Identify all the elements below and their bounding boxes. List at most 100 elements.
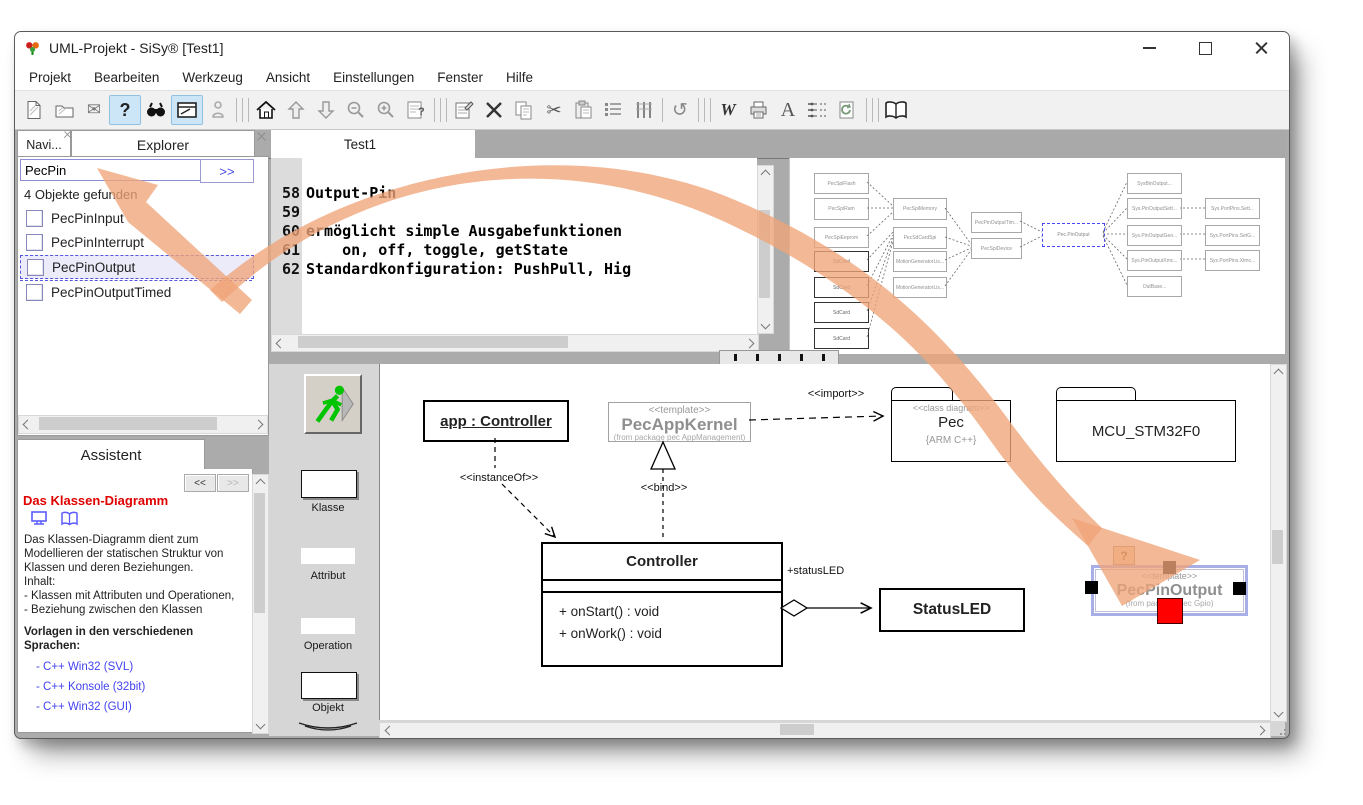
uml-package-mcu[interactable]: MCU_STM32F0 [1056,400,1236,462]
user-icon[interactable] [203,96,233,124]
description-editor[interactable]: 58Output-Pin 59 60ermöglicht simple Ausg… [271,158,757,334]
connection-settings-icon[interactable] [803,96,833,124]
mail-icon[interactable]: ✉ [79,96,109,124]
overview-scrollbar[interactable] [719,350,839,365]
tab-assistent[interactable]: Assistent [17,439,205,470]
list-item-pecpininput[interactable]: PecPinInput [20,207,252,229]
paste-icon[interactable] [569,96,599,124]
scroll-up-icon[interactable] [256,479,266,489]
overview-node[interactable]: Sys.PinOutputGen... [1127,225,1182,246]
overview-node[interactable]: SdCard [814,277,869,298]
checkbox[interactable] [26,284,43,301]
palette-more-shape[interactable] [297,720,359,734]
overview-node[interactable]: MotionGeneratorLis... [893,277,947,298]
properties-icon[interactable] [449,96,479,124]
selection-handle-top[interactable] [1163,561,1176,574]
scroll-down-icon[interactable] [1274,708,1284,718]
scroll-thumb[interactable] [1272,530,1283,564]
overview-node[interactable]: PecSpiFlash [814,173,869,194]
selection-handle-right[interactable] [1233,582,1246,595]
uml-object-app-controller[interactable]: app : Controller [423,400,569,442]
scroll-thumb[interactable] [254,493,265,613]
tab-test1[interactable]: Test1 [271,130,449,158]
link-cpp-konsole[interactable]: - C++ Konsole (32bit) [36,681,238,693]
copy-icon[interactable] [509,96,539,124]
editor-hscrollbar[interactable] [271,334,759,352]
uml-class-controller[interactable]: Controller + onStart() : void + onWork()… [541,542,783,667]
link-cpp-win32-svl[interactable]: - C++ Win32 (SVL) [36,661,238,673]
search-input[interactable] [20,159,206,181]
assistent-forward-button[interactable]: >> [217,474,249,492]
menu-item-hilfe[interactable]: Hilfe [506,70,533,85]
tab-explorer[interactable]: Explorer [71,130,255,158]
checkbox[interactable] [26,234,43,251]
palette-operation-shape[interactable] [301,618,355,634]
menu-item-werkzeug[interactable]: Werkzeug [182,70,243,85]
scroll-down-icon[interactable] [761,320,771,330]
refresh-document-icon[interactable] [833,96,863,124]
operation-onwork[interactable]: + onWork() : void [559,623,781,645]
palette-objekt-shape[interactable] [301,672,357,699]
delete-icon[interactable] [479,96,509,124]
scroll-right-icon[interactable] [254,420,264,430]
open-project-icon[interactable] [49,96,79,124]
overview-node[interactable]: PecPinOutputTim... [971,212,1022,233]
overview-node[interactable]: OutBase... [1127,276,1182,297]
menu-item-ansicht[interactable]: Ansicht [266,70,310,85]
overview-node[interactable]: Sys.PinOutputSett... [1127,198,1182,219]
checkbox[interactable] [26,210,43,227]
new-document-icon[interactable] [19,96,49,124]
window-layout-icon[interactable] [171,95,203,125]
overview-node[interactable]: SdCard [814,251,869,272]
menu-item-einstellungen[interactable]: Einstellungen [333,70,414,85]
run-button[interactable] [304,374,362,434]
navigate-down-icon[interactable] [311,96,341,124]
overview-node[interactable]: Sys.PinOutputXmc... [1127,250,1182,271]
list-item-pecpinoutputtimed[interactable]: PecPinOutputTimed [20,280,252,303]
selection-handle-left[interactable] [1085,581,1098,594]
zoom-out-icon[interactable] [341,96,371,124]
resize-grip[interactable] [1277,726,1287,736]
scroll-right-icon[interactable] [1256,726,1266,736]
structure-list-icon[interactable] [599,96,629,124]
overview-node[interactable]: PecSpiDevice [971,238,1022,259]
palette-attribut-shape[interactable] [301,548,355,564]
selection-handle-bottom-red[interactable] [1157,598,1183,624]
scroll-thumb[interactable] [298,336,568,348]
overview-node-selected[interactable]: Pec.PinOutput [1042,223,1105,247]
assistent-vscrollbar[interactable] [252,474,269,734]
menu-item-bearbeiten[interactable]: Bearbeiten [94,70,159,85]
cut-icon[interactable]: ✂ [539,96,569,124]
overview-node[interactable]: PecSpiEeprom [814,227,869,248]
quick-help-button[interactable]: ? [1113,546,1135,565]
home-icon[interactable] [251,96,281,124]
scroll-left-icon[interactable] [23,420,33,430]
menu-item-projekt[interactable]: Projekt [29,70,71,85]
maximize-button[interactable] [1177,32,1233,64]
zoom-in-icon[interactable] [371,96,401,124]
explorer-hscrollbar[interactable] [18,415,268,434]
list-item-pecpininterrupt[interactable]: PecPinInterrupt [20,231,252,253]
manual-book-icon[interactable] [60,511,79,526]
diagram-hscrollbar[interactable] [379,722,1271,739]
navigate-up-icon[interactable] [281,96,311,124]
attribute-table-icon[interactable] [629,96,659,124]
uml-package-pec[interactable]: <<class diagram>> Pec {ARM C++} [891,400,1011,462]
overview-node[interactable]: SdCard [814,302,869,323]
overview-node[interactable]: Sys.PortPins.Sett... [1205,198,1260,219]
report-question-icon[interactable]: ? [401,96,431,124]
operation-onstart[interactable]: + onStart() : void [559,601,781,623]
scroll-thumb[interactable] [759,210,770,298]
search-binoculars-icon[interactable] [141,96,171,124]
search-button[interactable]: >> [200,159,254,183]
scroll-thumb[interactable] [39,417,217,430]
assistent-back-button[interactable]: << [184,474,216,492]
scroll-left-icon[interactable] [385,726,395,736]
help-mode-icon[interactable]: ? [109,95,141,125]
checkbox[interactable] [27,259,44,276]
overview-node[interactable]: Sys.PortPins.Xtmc... [1205,250,1260,271]
editor-vscrollbar[interactable] [757,165,774,334]
scroll-right-icon[interactable] [745,339,755,349]
overview-node[interactable]: PecSpiRam [814,198,869,220]
scroll-down-icon[interactable] [256,720,266,730]
